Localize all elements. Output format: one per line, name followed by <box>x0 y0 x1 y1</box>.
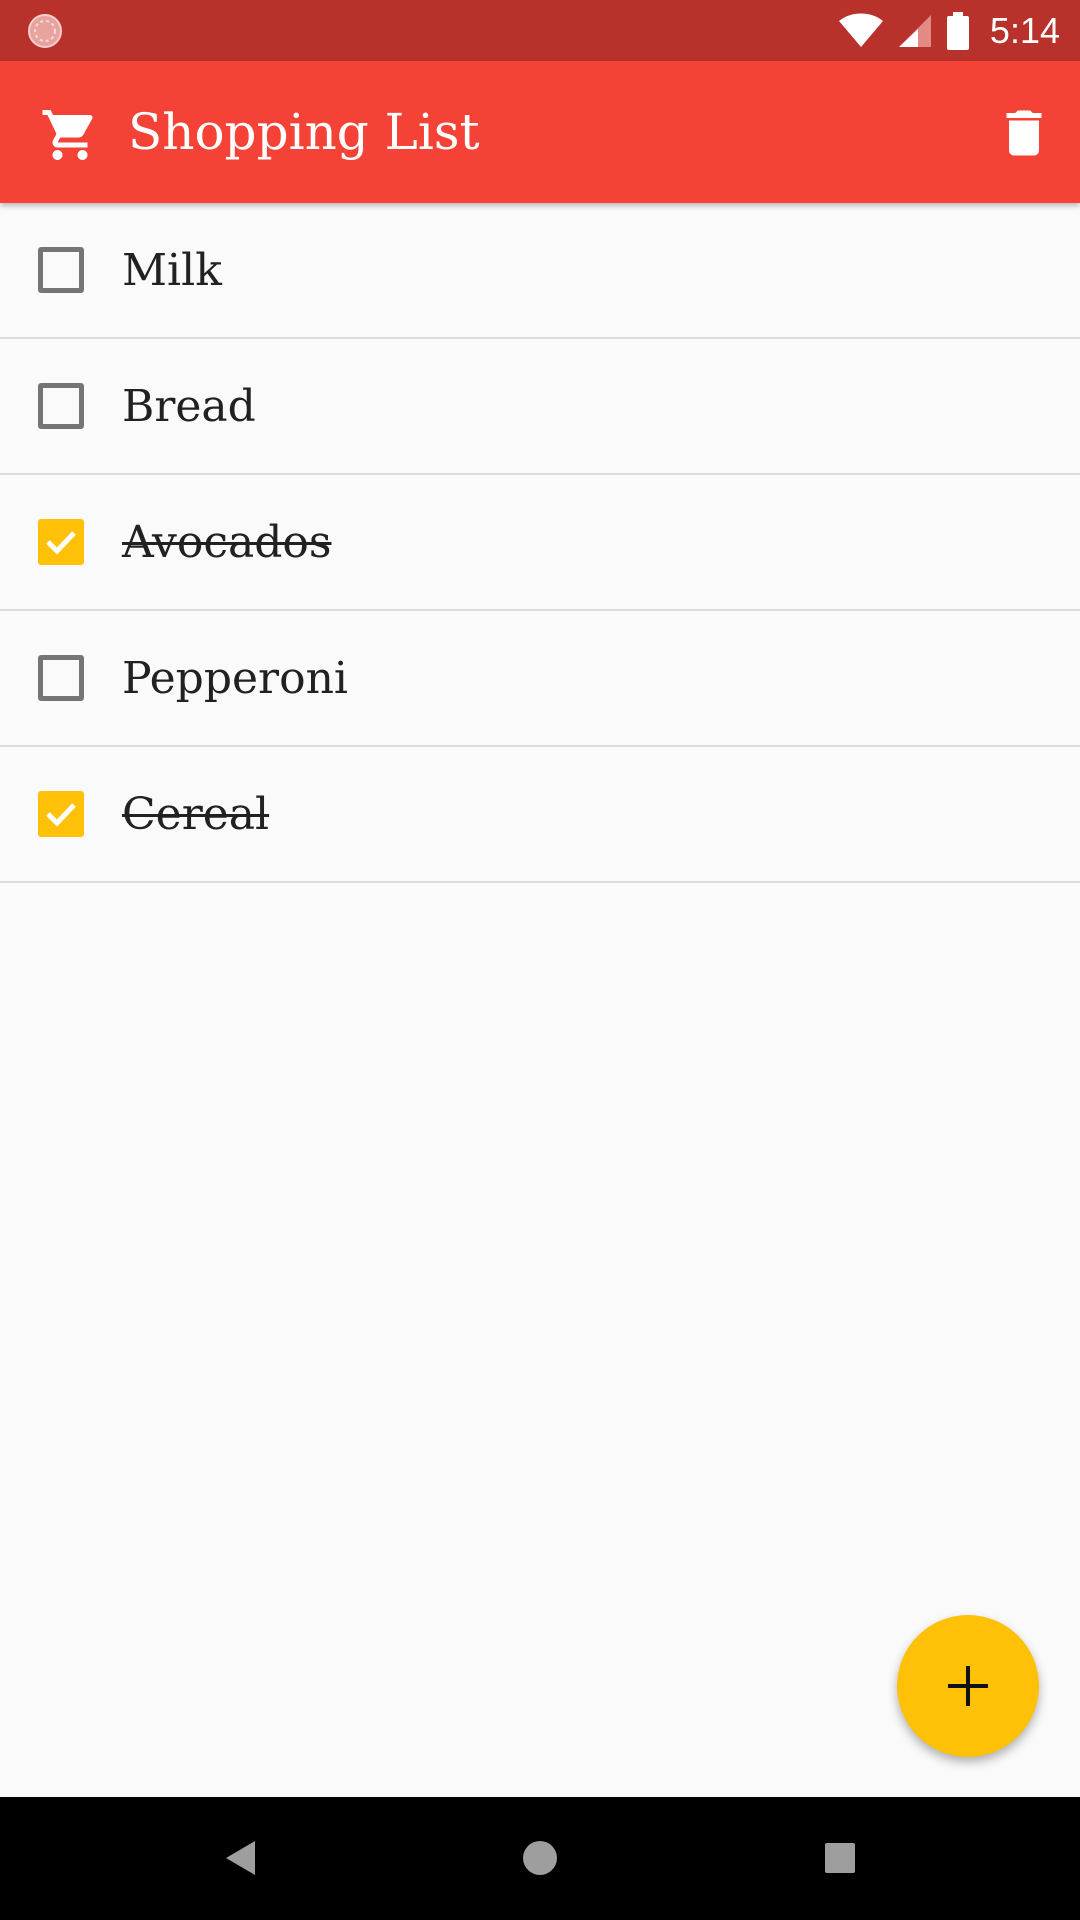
status-time: 5:14 <box>989 9 1060 51</box>
cart-icon <box>42 110 93 160</box>
list-item[interactable]: Avocados <box>0 475 1080 611</box>
app-notification-icon <box>28 14 62 48</box>
list-item[interactable]: Cereal <box>0 747 1080 883</box>
wifi-icon <box>838 13 883 47</box>
item-label: Bread <box>122 380 256 432</box>
check-icon <box>46 531 76 555</box>
status-bar: 5:14 <box>0 0 1080 61</box>
list-item[interactable]: Pepperoni <box>0 611 1080 747</box>
plus-icon <box>948 1666 988 1706</box>
item-checkbox[interactable] <box>38 383 84 429</box>
app-bar: Shopping List <box>0 61 1080 203</box>
item-checkbox[interactable] <box>38 791 84 837</box>
back-icon <box>226 1841 255 1875</box>
signal-icon <box>898 14 931 47</box>
shopping-list: Milk Bread Avocados Pepperoni Cereal <box>0 203 1080 883</box>
home-button[interactable] <box>510 1828 570 1888</box>
recents-button[interactable] <box>810 1828 870 1888</box>
item-label: Avocados <box>122 516 332 568</box>
list-item[interactable]: Milk <box>0 203 1080 339</box>
list-item[interactable]: Bread <box>0 339 1080 475</box>
trash-icon <box>1006 110 1042 156</box>
status-indicators: 5:14 <box>838 0 1060 61</box>
item-checkbox[interactable] <box>38 655 84 701</box>
item-label: Cereal <box>122 788 270 840</box>
home-icon <box>523 1841 557 1875</box>
battery-icon <box>946 11 969 50</box>
check-icon <box>46 803 76 827</box>
recents-icon <box>825 1843 855 1873</box>
item-checkbox[interactable] <box>38 519 84 565</box>
delete-checked-button[interactable] <box>988 97 1060 169</box>
item-label: Milk <box>122 244 222 296</box>
item-label: Pepperoni <box>122 652 348 704</box>
item-checkbox[interactable] <box>38 247 84 293</box>
system-nav-bar <box>0 1797 1080 1920</box>
page-title: Shopping List <box>128 103 480 161</box>
back-button[interactable] <box>210 1828 270 1888</box>
add-item-button[interactable] <box>897 1615 1039 1757</box>
